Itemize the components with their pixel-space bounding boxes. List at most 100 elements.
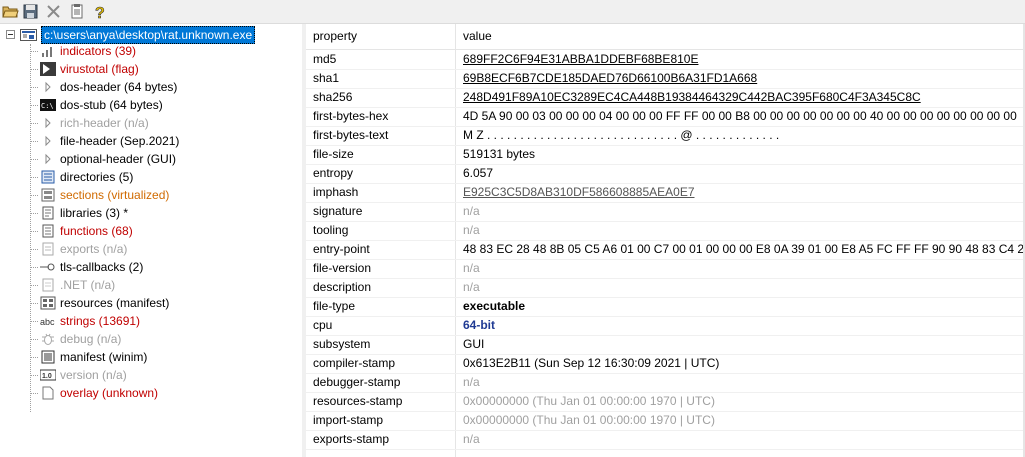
value-cell[interactable]: 69B8ECF6B7CDE185DAED76D66100B6A31FD1A668	[463, 69, 757, 88]
table-row[interactable]: compiler-stamp 0x613E2B11 (Sun Sep 12 16:…	[306, 354, 1025, 374]
table-row[interactable]: tooling n/a	[306, 221, 1025, 241]
value-cell: executable	[463, 299, 526, 313]
property-cell: file-type	[313, 299, 356, 313]
value-cell: 48 83 EC 28 48 8B 05 C5 A6 01 00 C7 00 0…	[463, 242, 1025, 256]
table-row[interactable]: resources-stamp 0x00000000 (Thu Jan 01 00…	[306, 392, 1025, 412]
dotnet-icon	[40, 278, 56, 292]
tree-item-label: .NET (n/a)	[60, 278, 116, 292]
table-row[interactable]: first-bytes-hex 4D 5A 90 00 03 00 00 00 0…	[306, 107, 1025, 127]
property-cell: signature	[313, 204, 363, 218]
tree-connector	[30, 87, 38, 88]
table-row[interactable]: first-bytes-text M Z . . . . . . . . . . …	[306, 126, 1025, 146]
toolbar: ?	[0, 0, 1025, 23]
tree-connector	[30, 267, 38, 268]
value-cell: n/a	[463, 375, 480, 389]
table-row[interactable]: file-type executable	[306, 297, 1025, 317]
property-cell: md5	[313, 52, 337, 66]
value-cell[interactable]: E925C3C5D8AB310DF586608885AEA0E7	[463, 183, 695, 202]
table-row[interactable]: entropy 6.057	[306, 164, 1025, 184]
table-row[interactable]: signature n/a	[306, 202, 1025, 222]
value-cell: 6.057	[463, 166, 494, 180]
collapse-toggle-icon[interactable]	[6, 30, 15, 39]
tree-item-label: version (n/a)	[60, 368, 127, 382]
value-cell: n/a	[463, 204, 480, 218]
tree-connector	[30, 51, 38, 52]
tree-connector	[30, 105, 38, 106]
tree-connector	[30, 303, 38, 304]
table-row[interactable]: entry-point 48 83 EC 28 48 8B 05 C5 A6 01…	[306, 240, 1025, 260]
table-row[interactable]: cpu 64-bit	[306, 316, 1025, 336]
tree-connector	[30, 159, 38, 160]
resources-icon	[40, 296, 56, 310]
table-row[interactable]: description n/a	[306, 278, 1025, 298]
tree-item-label: libraries (3) *	[60, 206, 129, 220]
table-row[interactable]: sha1 69B8ECF6B7CDE185DAED76D66100B6A31FD1…	[306, 69, 1025, 89]
property-cell: exports-stamp	[313, 432, 390, 446]
property-table[interactable]: property value md5 689FF2C6F94E31ABBA1DDE…	[306, 24, 1025, 457]
debug-icon	[40, 332, 56, 346]
table-row[interactable]: imphash E925C3C5D8AB310DF586608885AEA0E7	[306, 183, 1025, 203]
arrow-icon	[40, 80, 56, 94]
value-cell: n/a	[463, 432, 480, 446]
tree-item-label: optional-header (GUI)	[60, 152, 177, 166]
tree-item-label: dos-stub (64 bytes)	[60, 98, 163, 112]
table-row[interactable]: exports-stamp n/a	[306, 430, 1025, 450]
property-cell: first-bytes-hex	[313, 109, 389, 123]
property-cell: resources-stamp	[313, 394, 403, 408]
value-cell[interactable]: 689FF2C6F94E31ABBA1DDEBF68BE810E	[463, 50, 698, 69]
tree-item-label: file-header (Sep.2021)	[60, 134, 180, 148]
tree-item-label: tls-callbacks (2)	[60, 260, 144, 274]
svg-text:C:\: C:\	[41, 102, 54, 110]
column-header-property[interactable]: property	[306, 24, 455, 49]
overlay-icon	[40, 386, 56, 400]
table-row[interactable]: md5 689FF2C6F94E31ABBA1DDEBF68BE810E	[306, 50, 1025, 70]
property-cell: imphash	[313, 185, 359, 199]
value-cell: GUI	[463, 337, 485, 351]
property-cell: subsystem	[313, 337, 371, 351]
property-cell: file-version	[313, 261, 372, 275]
table-row[interactable]: file-version n/a	[306, 259, 1025, 279]
table-row[interactable]: debugger-stamp n/a	[306, 373, 1025, 393]
exports-icon	[40, 242, 56, 256]
save-icon[interactable]	[22, 3, 40, 20]
value-cell: n/a	[463, 261, 480, 275]
table-row[interactable]: subsystem GUI	[306, 335, 1025, 355]
tree-pane[interactable]: c:\users\anya\desktop\rat.unknown.exe in…	[0, 24, 302, 457]
table-header: property value	[306, 24, 1025, 50]
value-cell[interactable]: 248D491F89A10EC3289EC4CA448B19384464329C…	[463, 88, 921, 107]
tree-item-label: exports (n/a)	[60, 242, 128, 256]
tree-connector	[30, 177, 38, 178]
functions-icon	[40, 224, 56, 238]
value-cell: M Z . . . . . . . . . . . . . . . . . . …	[463, 128, 780, 142]
help-icon[interactable]: ?	[91, 3, 109, 23]
table-row[interactable]: file-size 519131 bytes	[306, 145, 1025, 165]
tree-connector	[30, 339, 38, 340]
tree-connector	[30, 375, 38, 376]
open-icon[interactable]	[2, 3, 20, 20]
tree-item-label: manifest (winim)	[60, 350, 148, 364]
tree-item-label: directories (5)	[60, 170, 134, 184]
column-header-value[interactable]: value	[456, 24, 492, 49]
svg-text:1.0: 1.0	[42, 373, 52, 380]
property-cell: compiler-stamp	[313, 356, 396, 370]
tree-item-label: dos-header (64 bytes)	[60, 80, 178, 94]
version-icon: 1.0	[39, 368, 57, 382]
tree-connector	[30, 141, 38, 142]
clipboard-icon[interactable]	[68, 3, 86, 20]
tree-connector	[30, 123, 38, 124]
value-cell: 64-bit	[463, 318, 496, 332]
property-cell: file-size	[313, 147, 354, 161]
sections-icon	[40, 188, 56, 202]
value-cell: 519131 bytes	[463, 147, 536, 161]
close-icon[interactable]	[45, 3, 63, 20]
tree-item-label: functions (68)	[60, 224, 133, 238]
manifest-icon	[40, 350, 56, 364]
tree-connector	[30, 357, 38, 358]
table-row[interactable]: import-stamp 0x00000000 (Thu Jan 01 00:00…	[306, 411, 1025, 431]
tree-item-label: resources (manifest)	[60, 296, 170, 310]
directories-icon	[40, 170, 56, 184]
property-cell: sha256	[313, 90, 353, 104]
tree-connector	[30, 69, 38, 70]
table-row[interactable]: sha256 248D491F89A10EC3289EC4CA448B193844…	[306, 88, 1025, 108]
tree-item-label: virustotal (flag)	[60, 62, 139, 76]
